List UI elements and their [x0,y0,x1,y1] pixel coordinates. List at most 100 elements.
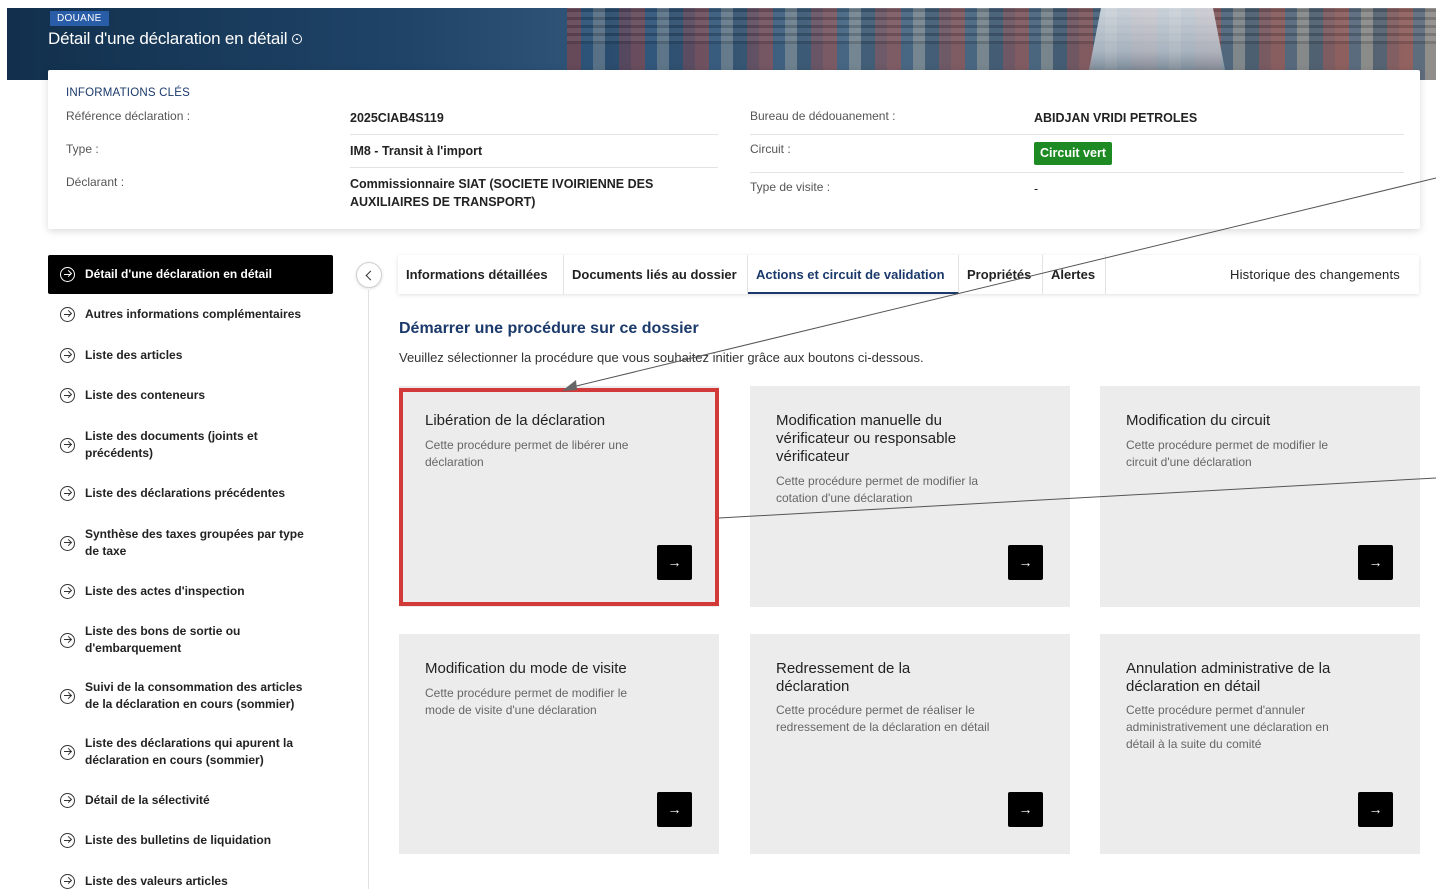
start-procedure-button[interactable]: → [1358,545,1393,580]
sidebar-item-label: Liste des actes d'inspection [85,584,245,598]
arrow-circle-icon [60,874,75,889]
type-label: Type : [66,142,99,156]
collapse-sidebar-button[interactable] [356,262,382,288]
arrow-circle-icon [60,535,75,551]
tab-documents-lies[interactable]: Documents liés au dossier [564,255,748,294]
sidebar-item-label: Liste des déclarations précédentes [85,486,286,500]
tab-informations-detaillees[interactable]: Informations détaillées [398,255,564,294]
type-value: IM8 - Transit à l'import [350,144,483,158]
procedure-card-liberation[interactable]: Libération de la déclaration Cette procé… [399,386,719,607]
banner-texture [567,8,1436,44]
sidebar-item-selectivite[interactable]: Détail de la sélectivité [48,792,333,809]
procedures-subtitle: Veuillez sélectionner la procédure que v… [399,350,924,365]
arrow-circle-icon [60,348,75,363]
arrow-circle-icon [60,486,75,501]
sidebar-item-articles[interactable]: Liste des articles [48,347,333,364]
arrow-circle-icon [60,307,75,322]
start-procedure-button[interactable]: → [1008,545,1043,580]
sidebar-item-documents[interactable]: Liste des documents (joints et précédent… [48,428,333,462]
sidebar-item-bulletins-liquidation[interactable]: Liste des bulletins de liquidation [48,832,333,849]
sidebar-item-label: Liste des bulletins de liquidation [85,833,272,847]
arrow-circle-icon [60,437,75,453]
page-title: Détail d'une déclaration en détail [48,29,303,49]
sidebar-item-declarations-apurement[interactable]: Liste des déclarations qui apurent la dé… [48,735,333,769]
reference-value: 2025CIAB4S119 [350,111,444,125]
tab-alertes[interactable]: Alertes [1043,255,1106,294]
start-procedure-button[interactable]: → [657,545,692,580]
arrow-circle-icon [60,744,75,760]
tab-historique[interactable]: Historique des changements [1222,255,1419,294]
declarant-value: Commissionnaire SIAT (SOCIETE IVOIRIENNE… [350,177,654,209]
douane-badge: DOUANE [50,11,109,26]
procedure-card-modification-circuit[interactable]: Modification du circuit Cette procédure … [1100,386,1420,607]
procedure-card-title: Modification du mode de visite [425,660,627,677]
procedure-card-desc: Cette procédure permet de modifier le ci… [1126,438,1329,469]
sidebar-item-label: Détail d'une déclaration en détail [85,267,272,281]
separator [350,134,718,135]
sidebar-item-bons-sortie[interactable]: Liste des bons de sortie ou d'embarqueme… [48,623,333,657]
key-info-card: INFORMATIONS CLÉS Référence déclaration … [48,70,1420,229]
reference-label: Référence déclaration : [66,109,191,123]
procedure-card-desc: Cette procédure permet de modifier la co… [776,474,979,505]
arrow-circle-icon [60,688,75,704]
procedure-card-desc: Cette procédure permet d'annuler adminis… [1126,703,1329,751]
sidebar-item-autres-informations[interactable]: Autres informations complémentaires [48,306,333,323]
sidebar-item-label: Liste des valeurs articles [85,874,228,888]
content-divider [368,290,369,889]
sidebar-item-label: Synthèse des taxes groupées par type de … [85,527,304,558]
tab-actions-circuit[interactable]: Actions et circuit de validation [748,255,959,294]
procedure-card-mode-visite[interactable]: Modification du mode de visite Cette pro… [399,634,719,854]
sidebar-item-conteneurs[interactable]: Liste des conteneurs [48,387,333,404]
circuit-status-badge: Circuit vert [1034,142,1112,165]
procedures-title: Démarrer une procédure sur ce dossier [399,320,699,337]
arrow-circle-icon [60,793,75,808]
procedure-card-title: Modification du circuit [1126,412,1271,429]
visit-type-label: Type de visite : [750,180,831,194]
sidebar-item-label: Liste des déclarations qui apurent la dé… [85,736,294,767]
arrow-circle-icon [60,267,75,282]
circuit-label: Circuit : [750,142,791,156]
bureau-value: ABIDJAN VRIDI PETROLES [1034,111,1198,125]
separator [350,167,718,168]
start-procedure-button[interactable]: → [657,792,692,827]
procedure-card-title: Libération de la déclaration [425,412,606,429]
sidebar-item-label: Liste des articles [85,348,183,362]
sidebar-item-label: Autres informations complémentaires [85,307,302,321]
arrow-circle-icon [60,388,75,403]
info-icon[interactable] [292,34,303,44]
sidebar-item-detail-declaration[interactable]: Détail d'une déclaration en détail [48,255,333,294]
separator [750,172,1404,173]
sidebar-item-actes-inspection[interactable]: Liste des actes d'inspection [48,583,333,600]
visit-type-value: - [1034,182,1039,196]
procedure-card-title: Modification manuelle du vérificateur ou… [776,412,957,465]
start-procedure-button[interactable]: → [1358,792,1393,827]
procedure-card-title: Redressement de la déclaration [776,660,911,695]
sidebar-item-valeurs-articles[interactable]: Liste des valeurs articles [48,873,333,889]
procedure-card-desc: Cette procédure permet de réaliser le re… [776,703,990,734]
sidebar-item-suivi-consommation[interactable]: Suivi de la consommation des articles de… [48,679,333,713]
procedure-card-desc: Cette procédure permet de libérer une dé… [425,438,629,469]
key-info-title: INFORMATIONS CLÉS [66,87,190,99]
start-procedure-button[interactable]: → [1008,792,1043,827]
sidebar-item-synthese-taxes[interactable]: Synthèse des taxes groupées par type de … [48,526,333,560]
procedure-card-redressement[interactable]: Redressement de la déclaration Cette pro… [750,634,1070,854]
sidebar-item-declarations-precedentes[interactable]: Liste des déclarations précédentes [48,485,333,502]
tab-proprietes[interactable]: Propriétés [959,255,1043,294]
sidebar-item-label: Liste des bons de sortie ou d'embarqueme… [85,624,241,655]
sidebar-item-label: Suivi de la consommation des articles de… [85,680,303,711]
arrow-circle-icon [60,632,75,648]
page-title-text: Détail d'une déclaration en détail [48,29,288,48]
procedure-card-desc: Cette procédure permet de modifier le mo… [425,686,628,717]
procedure-card-title: Annulation administrative de la déclarat… [1126,660,1331,695]
sidebar-item-label: Liste des documents (joints et précédent… [85,429,258,460]
separator [750,134,1404,135]
sidebar-item-label: Liste des conteneurs [85,388,206,402]
bureau-label: Bureau de dédouanement : [750,109,896,123]
declarant-label: Déclarant : [66,175,125,189]
tab-bar: Informations détaillées Documents liés a… [398,255,1419,294]
sidebar-item-label: Détail de la sélectivité [85,793,210,807]
arrow-circle-icon [60,833,75,848]
arrow-circle-icon [60,584,75,599]
procedure-card-annulation[interactable]: Annulation administrative de la déclarat… [1100,634,1420,854]
procedure-card-modification-verificateur[interactable]: Modification manuelle du vérificateur ou… [750,386,1070,607]
